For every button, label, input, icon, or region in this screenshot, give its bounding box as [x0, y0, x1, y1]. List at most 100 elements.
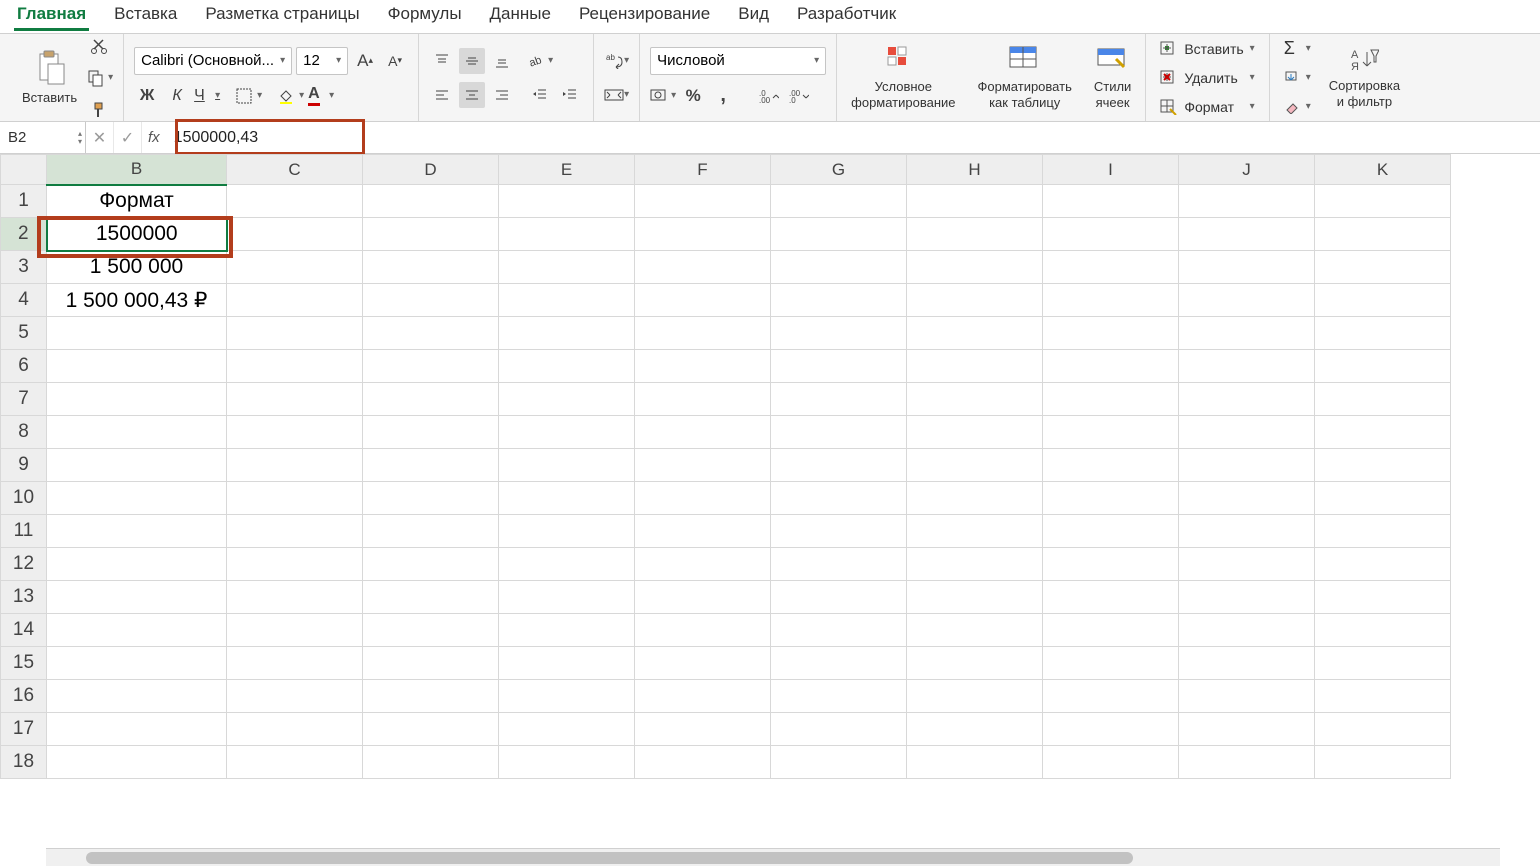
cell-C15[interactable] [227, 647, 363, 680]
cell-K6[interactable] [1315, 350, 1451, 383]
sort-filter-button[interactable]: АЯ Сортировка и фильтр [1325, 44, 1404, 111]
row-header-18[interactable]: 18 [1, 746, 47, 779]
cell-I14[interactable] [1043, 614, 1179, 647]
cell-D1[interactable] [363, 185, 499, 218]
row-header-16[interactable]: 16 [1, 680, 47, 713]
tab-home[interactable]: Главная [14, 4, 89, 31]
cell-K18[interactable] [1315, 746, 1451, 779]
decrease-indent-button[interactable] [527, 82, 553, 108]
row-header-1[interactable]: 1 [1, 185, 47, 218]
cell-B13[interactable] [47, 581, 227, 614]
cell-F4[interactable] [635, 284, 771, 317]
cell-H16[interactable] [907, 680, 1043, 713]
merge-button[interactable]: ▾ [604, 82, 629, 108]
cell-J4[interactable] [1179, 284, 1315, 317]
cell-E13[interactable] [499, 581, 635, 614]
column-header-E[interactable]: E [499, 155, 635, 185]
column-header-J[interactable]: J [1179, 155, 1315, 185]
cell-K11[interactable] [1315, 515, 1451, 548]
font-size-combo[interactable]: 12▾ [296, 47, 348, 75]
cell-E6[interactable] [499, 350, 635, 383]
cell-B8[interactable] [47, 416, 227, 449]
cell-F12[interactable] [635, 548, 771, 581]
copy-button[interactable]: ▾ [87, 65, 113, 91]
cell-K4[interactable] [1315, 284, 1451, 317]
cell-B3[interactable]: 1 500 000 [47, 251, 227, 284]
cell-D2[interactable] [363, 218, 499, 251]
tab-insert[interactable]: Вставка [111, 4, 180, 28]
cell-C6[interactable] [227, 350, 363, 383]
cell-B17[interactable] [47, 713, 227, 746]
increase-indent-button[interactable] [557, 82, 583, 108]
cell-J9[interactable] [1179, 449, 1315, 482]
cell-H6[interactable] [907, 350, 1043, 383]
row-header-11[interactable]: 11 [1, 515, 47, 548]
cell-D6[interactable] [363, 350, 499, 383]
column-header-B[interactable]: B [47, 155, 227, 185]
cell-styles-button[interactable]: Стили ячеек [1090, 43, 1135, 112]
cell-B1[interactable]: Формат [47, 185, 227, 218]
row-header-5[interactable]: 5 [1, 317, 47, 350]
cell-B9[interactable] [47, 449, 227, 482]
cell-C3[interactable] [227, 251, 363, 284]
format-painter-button[interactable] [87, 97, 113, 123]
cell-E16[interactable] [499, 680, 635, 713]
cell-D13[interactable] [363, 581, 499, 614]
cell-C4[interactable] [227, 284, 363, 317]
column-header-D[interactable]: D [363, 155, 499, 185]
cell-D3[interactable] [363, 251, 499, 284]
tab-view[interactable]: Вид [735, 4, 772, 28]
cell-J3[interactable] [1179, 251, 1315, 284]
cell-B2[interactable]: 1500000 [47, 218, 227, 251]
cut-button[interactable] [87, 34, 113, 59]
cell-H1[interactable] [907, 185, 1043, 218]
cell-H13[interactable] [907, 581, 1043, 614]
cell-H17[interactable] [907, 713, 1043, 746]
cell-F5[interactable] [635, 317, 771, 350]
cell-E1[interactable] [499, 185, 635, 218]
align-center-button[interactable] [459, 82, 485, 108]
cell-F18[interactable] [635, 746, 771, 779]
cell-I11[interactable] [1043, 515, 1179, 548]
increase-decimal-button[interactable]: .0.00 [756, 83, 782, 109]
cell-K5[interactable] [1315, 317, 1451, 350]
cell-I5[interactable] [1043, 317, 1179, 350]
cell-C14[interactable] [227, 614, 363, 647]
wrap-text-button[interactable]: ab▾ [604, 48, 629, 74]
cell-F2[interactable] [635, 218, 771, 251]
row-header-3[interactable]: 3 [1, 251, 47, 284]
cell-G18[interactable] [771, 746, 907, 779]
cell-H12[interactable] [907, 548, 1043, 581]
cell-H5[interactable] [907, 317, 1043, 350]
cell-K8[interactable] [1315, 416, 1451, 449]
cell-E3[interactable] [499, 251, 635, 284]
cell-C2[interactable] [227, 218, 363, 251]
cell-E18[interactable] [499, 746, 635, 779]
cell-B5[interactable] [47, 317, 227, 350]
cell-J17[interactable] [1179, 713, 1315, 746]
cell-G1[interactable] [771, 185, 907, 218]
cell-K7[interactable] [1315, 383, 1451, 416]
column-header-K[interactable]: K [1315, 155, 1451, 185]
cell-I13[interactable] [1043, 581, 1179, 614]
cell-D4[interactable] [363, 284, 499, 317]
column-header-C[interactable]: C [227, 155, 363, 185]
row-header-7[interactable]: 7 [1, 383, 47, 416]
cell-H7[interactable] [907, 383, 1043, 416]
cell-I15[interactable] [1043, 647, 1179, 680]
accounting-format-button[interactable]: ▾ [650, 83, 676, 109]
clear-button[interactable]: ▾ [1280, 94, 1315, 120]
align-left-button[interactable] [429, 82, 455, 108]
cell-I4[interactable] [1043, 284, 1179, 317]
cell-H8[interactable] [907, 416, 1043, 449]
orientation-button[interactable]: ab▾ [527, 48, 553, 74]
cell-F14[interactable] [635, 614, 771, 647]
cell-C13[interactable] [227, 581, 363, 614]
cell-J18[interactable] [1179, 746, 1315, 779]
fill-color-button[interactable]: ▾ [278, 83, 304, 109]
thousands-button[interactable]: , [710, 83, 736, 109]
row-header-15[interactable]: 15 [1, 647, 47, 680]
cell-H15[interactable] [907, 647, 1043, 680]
row-header-6[interactable]: 6 [1, 350, 47, 383]
cell-K13[interactable] [1315, 581, 1451, 614]
